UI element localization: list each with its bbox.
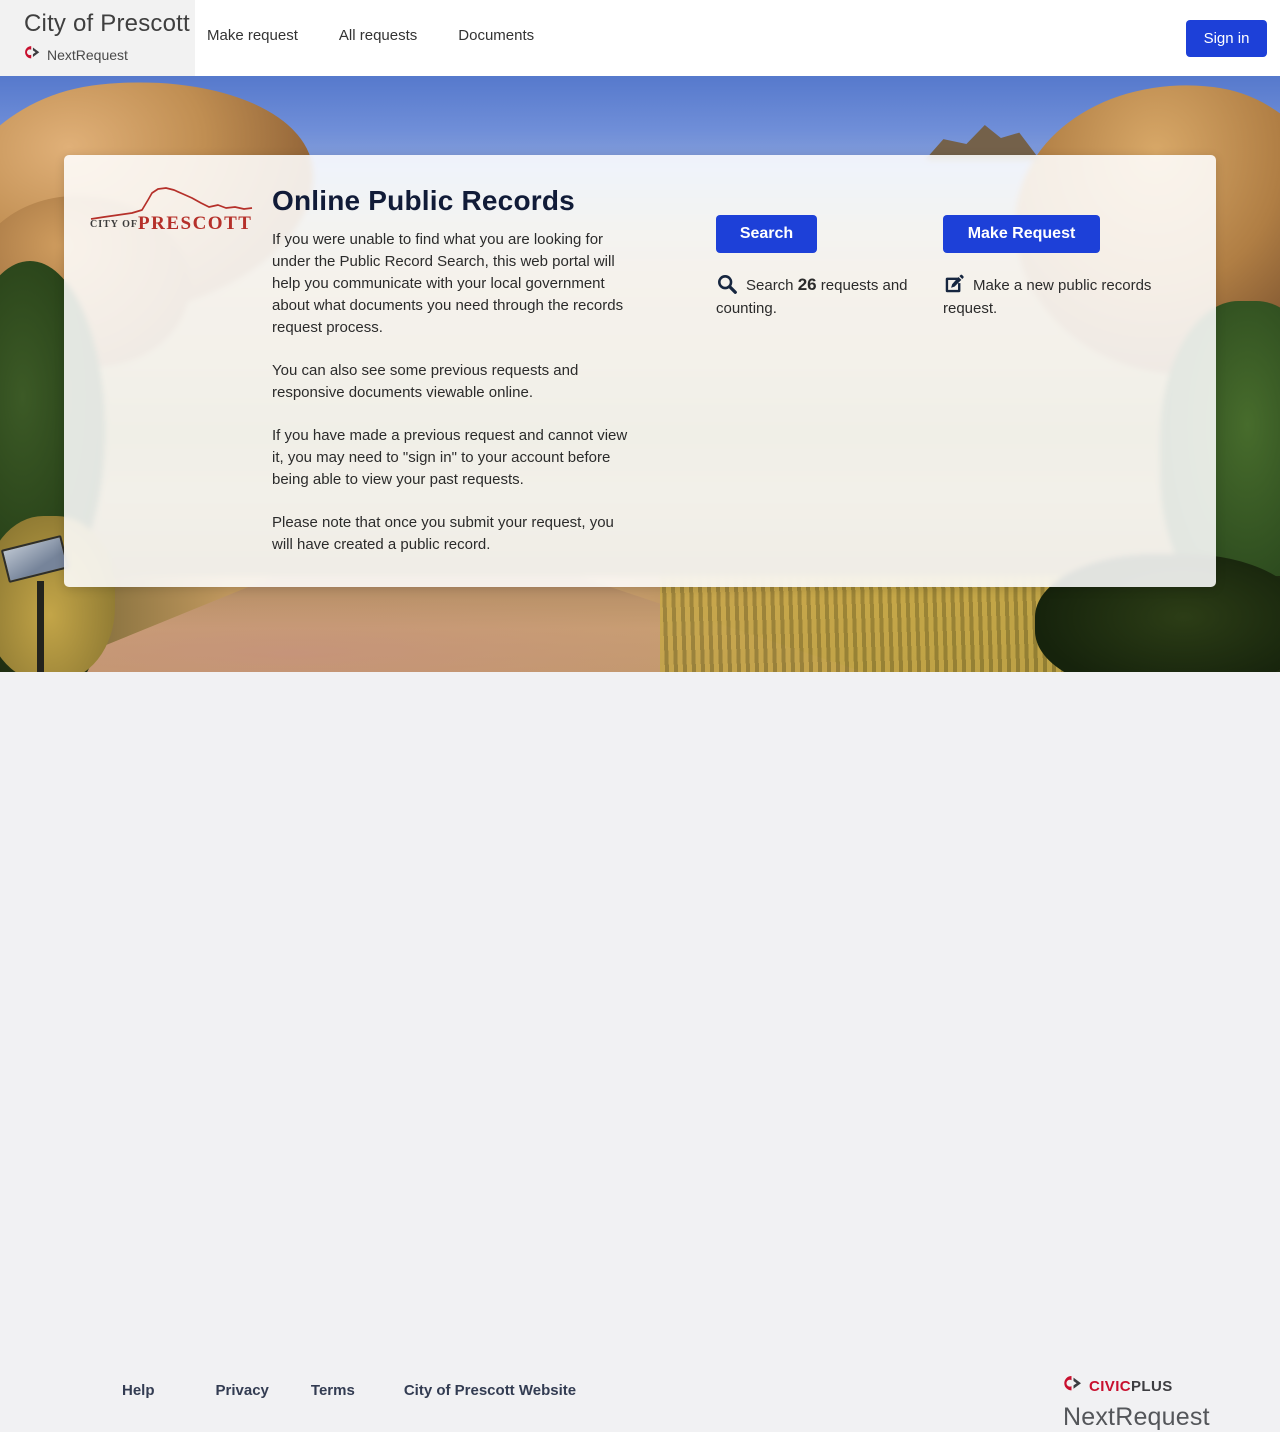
make-request-description: Make a new public records request.	[943, 273, 1173, 320]
sign-in-button[interactable]: Sign in	[1186, 20, 1267, 57]
edit-icon	[945, 274, 964, 293]
civicplus-cp-icon	[24, 45, 41, 65]
logo-city-of-text: CITY OF	[90, 219, 138, 230]
make-request-action-column: Make Request Make a new public records r…	[943, 215, 1173, 320]
page-title: Online Public Records	[272, 185, 575, 216]
footer-link-city-website[interactable]: City of Prescott Website	[404, 1382, 576, 1399]
nav-make-request[interactable]: Make request	[207, 27, 298, 44]
make-request-desc-text: Make a new public records request.	[943, 277, 1152, 317]
intro-paragraph-3: If you have made a previous request and …	[272, 427, 628, 488]
civicplus-nextrequest-logo[interactable]: CIVICPLUS NextRequest	[1063, 1375, 1210, 1432]
civicplus-cp-icon	[1063, 1375, 1083, 1397]
intro-paragraph-2: You can also see some previous requests …	[272, 362, 579, 401]
search-icon	[718, 275, 737, 294]
request-count: 26	[797, 275, 817, 294]
footer-links: Help Privacy Terms City of Prescott Webs…	[122, 1382, 576, 1399]
main-nav: Make request All requests Documents	[207, 0, 534, 76]
nextrequest-brand-label: NextRequest	[47, 47, 128, 63]
nav-all-requests[interactable]: All requests	[339, 27, 417, 44]
public-records-card: CITY OF PRESCOTT Online Public Records I…	[64, 155, 1216, 587]
search-action-column: Search Search 26 requests and counting.	[716, 215, 916, 320]
intro-text: If you were unable to find what you are …	[272, 229, 628, 577]
footer-link-privacy[interactable]: Privacy	[216, 1382, 269, 1399]
agency-name: City of Prescott	[24, 10, 190, 37]
footer-link-help[interactable]: Help	[122, 1382, 155, 1399]
city-of-prescott-logo: CITY OF PRESCOTT	[88, 180, 256, 237]
search-desc-prefix: Search	[746, 277, 798, 294]
top-navbar: City of Prescott NextRequest Make reques…	[0, 0, 1280, 76]
logo-prescott-text: PRESCOTT	[138, 213, 252, 232]
civicplus-wordmark: CIVICPLUS	[1089, 1378, 1173, 1395]
plus-text: PLUS	[1131, 1377, 1173, 1395]
intro-paragraph-4: Please note that once you submit your re…	[272, 514, 614, 553]
page-footer: Help Privacy Terms City of Prescott Webs…	[0, 672, 1280, 1431]
intro-paragraph-1: If you were unable to find what you are …	[272, 231, 624, 336]
nextrequest-wordmark: NextRequest	[1063, 1403, 1210, 1431]
civic-text: CIVIC	[1089, 1377, 1132, 1395]
search-description: Search 26 requests and counting.	[716, 273, 916, 320]
make-request-button[interactable]: Make Request	[943, 215, 1100, 253]
agency-brand-box[interactable]: City of Prescott NextRequest	[0, 0, 195, 76]
nav-documents[interactable]: Documents	[458, 27, 534, 44]
search-button[interactable]: Search	[716, 215, 817, 253]
footer-link-terms[interactable]: Terms	[311, 1382, 355, 1399]
trail-sign-post	[37, 581, 44, 672]
